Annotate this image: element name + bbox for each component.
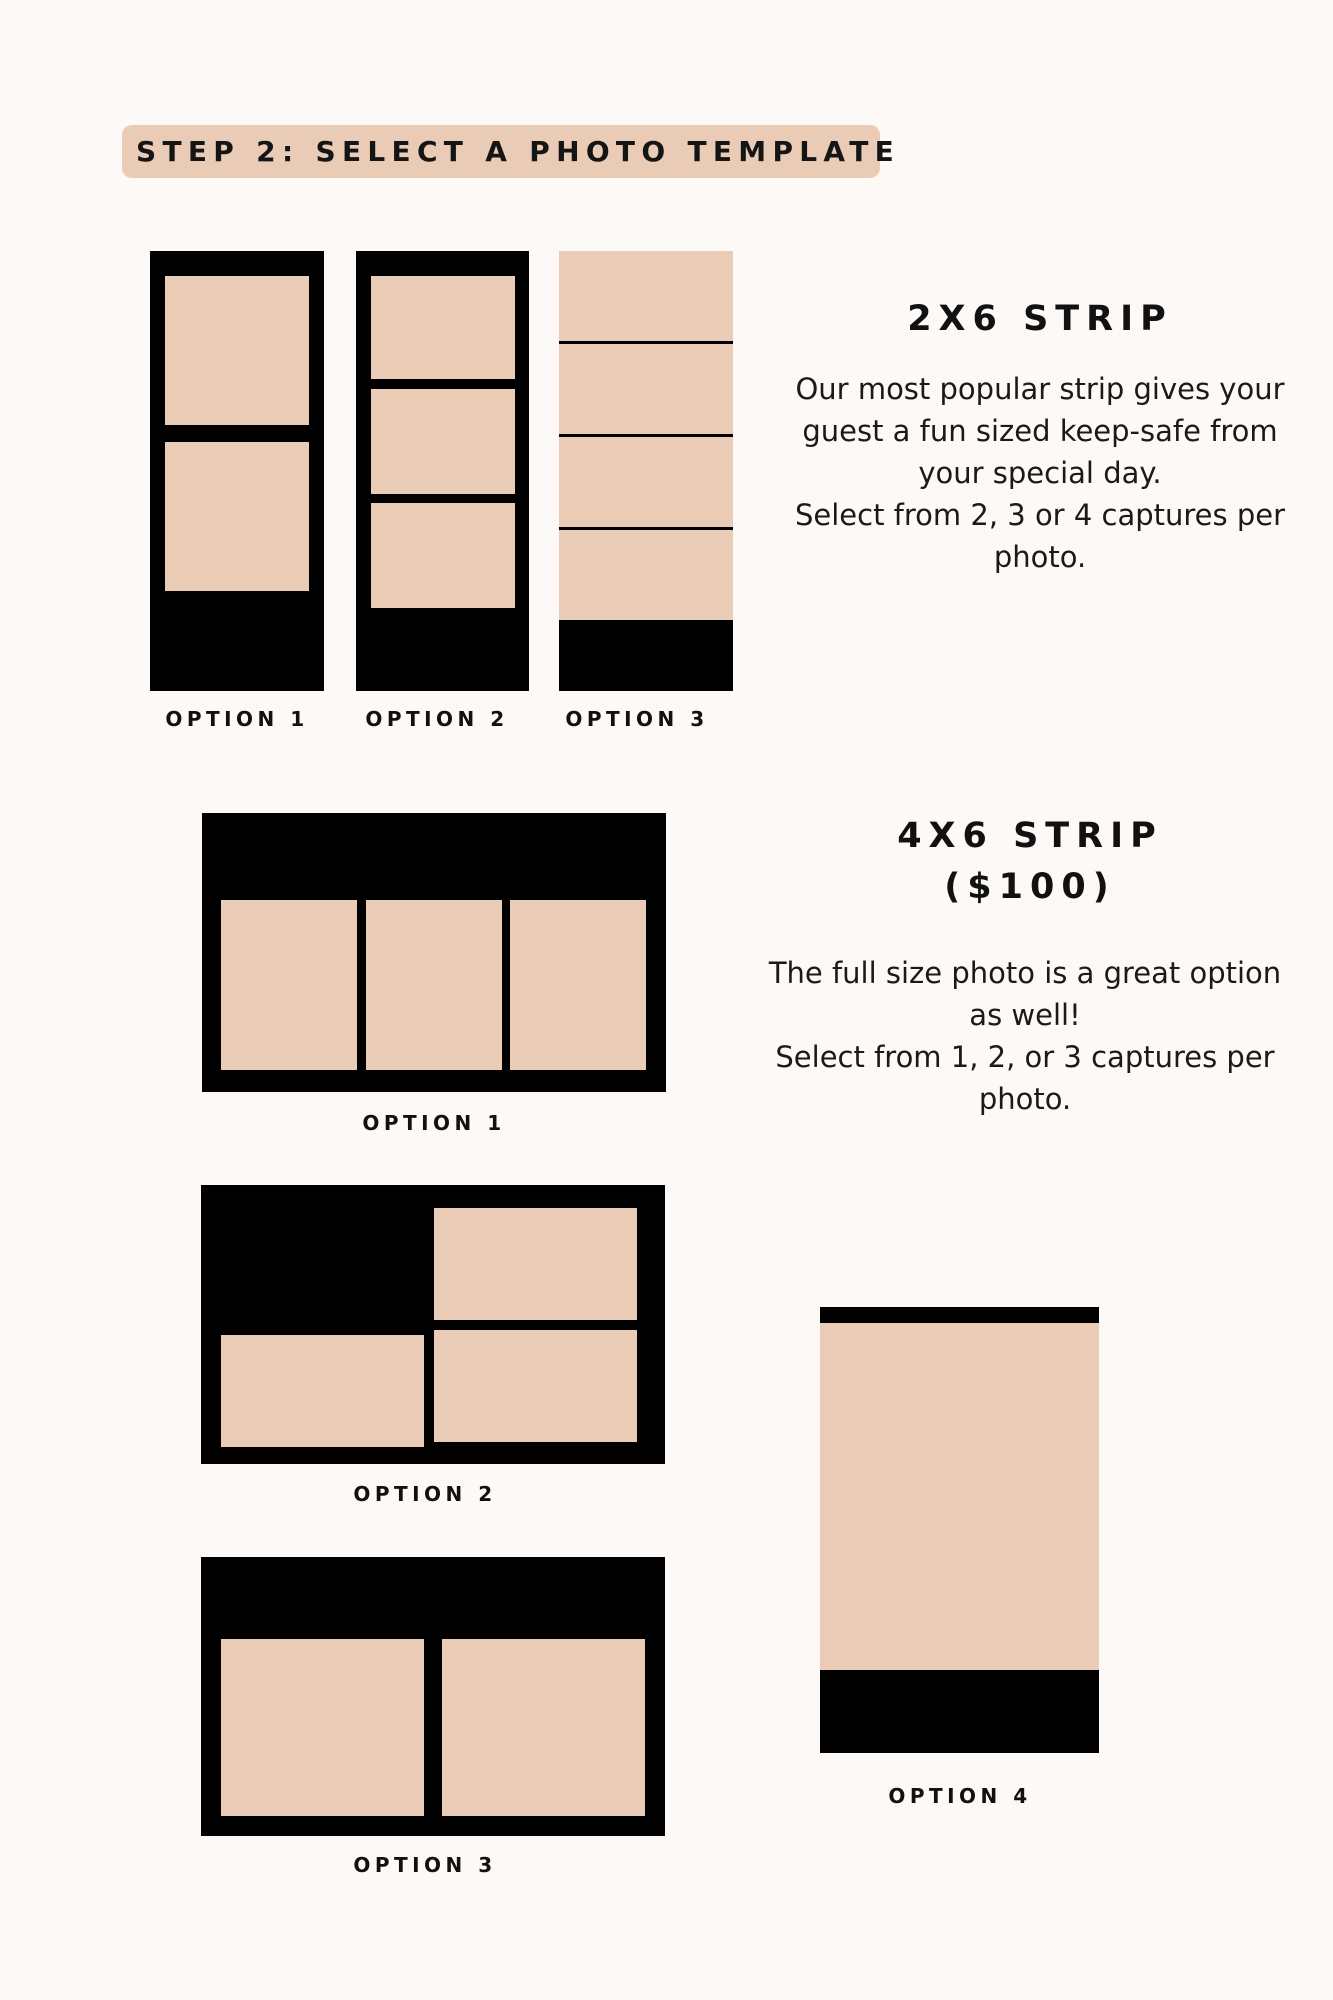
step-header-label: STEP 2: SELECT A PHOTO TEMPLATE [136,135,901,168]
photo-slot [559,530,733,620]
photo-slot [559,437,733,527]
photo-slot [434,1208,637,1320]
template-4x6-option-3[interactable] [201,1557,665,1836]
photo-slot [371,503,515,608]
photo-slot [820,1323,1099,1670]
photo-slot [366,900,502,1070]
photo-slot [510,900,646,1070]
photo-slot [221,900,357,1070]
strip-4x6-description: The full size photo is a great option as… [745,952,1305,1120]
photo-slot [165,276,309,425]
description-line: photo. [978,1082,1072,1116]
strip-4x6-title-line-2: ($100) [944,867,1116,907]
photo-slot [221,1639,424,1816]
template-2x6-option-1[interactable] [150,251,324,691]
description-line: Select from 1, 2, or 3 captures per [775,1040,1275,1074]
photo-slot [559,344,733,434]
photo-slot [371,276,515,379]
description-line: Select from 2, 3 or 4 captures per [795,498,1285,532]
template-4x6-option-2-label: OPTION 2 [353,1482,497,1506]
template-2x6-option-2-label: OPTION 2 [365,707,509,731]
template-4x6-option-3-label: OPTION 3 [353,1853,497,1877]
photo-slot [165,442,309,591]
photo-slot [371,389,515,494]
template-2x6-option-2[interactable] [356,251,529,691]
step-header-badge: STEP 2: SELECT A PHOTO TEMPLATE [122,125,894,178]
description-line: guest a fun sized keep-safe from [802,414,1278,448]
photo-slot [442,1639,645,1816]
strip-4x6-title: 4X6 STRIP ($100) [760,811,1300,913]
template-2x6-option-1-label: OPTION 1 [165,707,309,731]
strip-2x6-title: 2X6 STRIP [907,299,1173,339]
photo-slot [434,1330,637,1442]
strip-4x6-title-line-1: 4X6 STRIP [897,816,1163,856]
template-4x6-option-1-label: OPTION 1 [362,1111,506,1135]
template-4x6-option-2[interactable] [201,1185,665,1464]
template-4x6-option-1[interactable] [202,813,666,1092]
photo-slot [221,1335,424,1447]
description-line: The full size photo is a great option [768,956,1282,990]
description-line: photo. [993,540,1087,574]
template-2x6-option-3[interactable] [559,251,733,691]
strip-2x6-description: Our most popular strip gives your guest … [760,368,1320,578]
template-4x6-option-4-label: OPTION 4 [888,1784,1032,1808]
description-line: as well! [969,998,1081,1032]
template-4x6-option-4[interactable] [820,1307,1099,1753]
description-line: your special day. [918,456,1162,490]
template-2x6-option-3-label: OPTION 3 [565,707,709,731]
photo-slot [559,251,733,341]
description-line: Our most popular strip gives your [795,372,1285,406]
